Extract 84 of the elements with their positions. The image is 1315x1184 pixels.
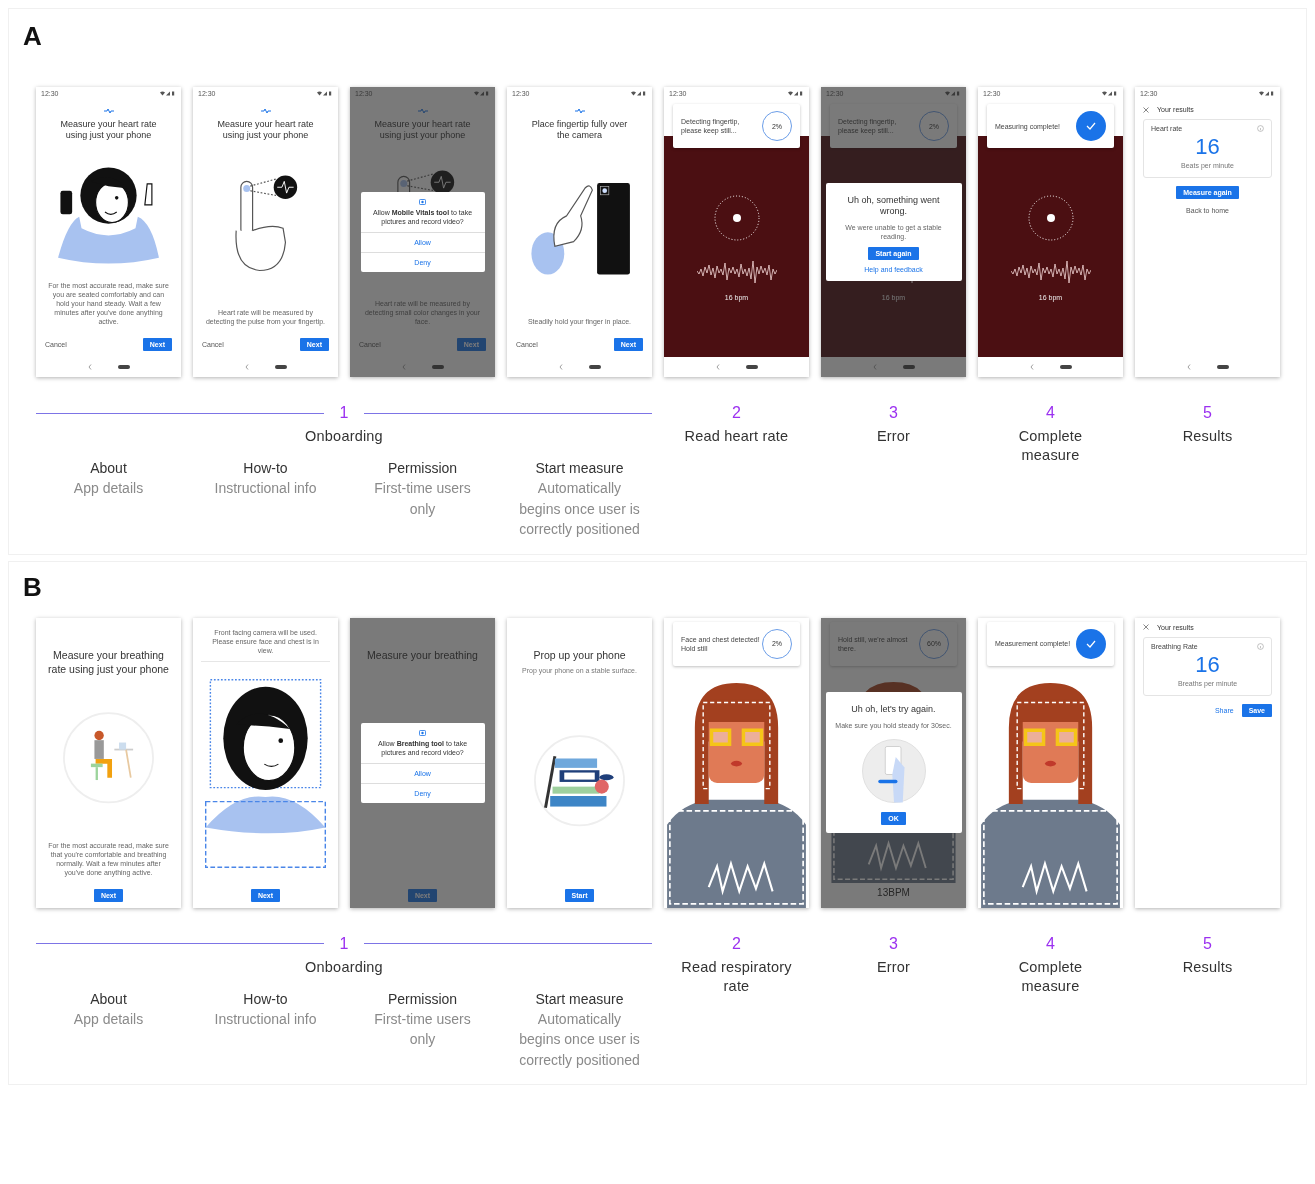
step-description: Automatically begins once user is correctly positioned [518, 479, 641, 539]
stage-title: Results [1182, 427, 1233, 446]
close-icon[interactable] [1143, 624, 1149, 630]
step-description: Instructional info [214, 1009, 317, 1029]
home-handle-icon[interactable] [1059, 365, 1072, 369]
wifi-signal-battery-icon [945, 91, 961, 96]
screen-title: Measure your heart rate using just your phone [216, 119, 315, 141]
screen-title: Measure your heart rate using just your phone [373, 119, 472, 141]
step-title: Permission [387, 989, 458, 1009]
back-icon[interactable] [872, 364, 877, 370]
step-description: App details [73, 479, 144, 498]
step-description: App details [73, 1009, 144, 1029]
fingertip-target-icon [1026, 194, 1075, 242]
back-icon[interactable] [715, 364, 720, 370]
back-icon[interactable] [244, 364, 249, 370]
wifi-signal-battery-icon [631, 91, 647, 96]
stage-number: 3 [889, 403, 898, 423]
stage-title: Error [876, 957, 911, 977]
stage-number: 5 [1203, 933, 1212, 954]
back-icon[interactable] [1186, 364, 1191, 370]
camera-icon [419, 198, 426, 205]
screen-title: Measure your breathing [367, 647, 478, 662]
close-icon[interactable] [1143, 106, 1149, 113]
home-handle-icon[interactable] [117, 365, 130, 369]
back-icon[interactable] [558, 364, 563, 370]
screen-title: Prop up your phone [533, 647, 626, 662]
info-icon[interactable] [1257, 642, 1264, 650]
rate-reading: 13BPM [877, 886, 910, 898]
back-icon[interactable] [87, 364, 92, 370]
stage-number: 1 [339, 933, 349, 954]
stage-title: Complete measure [1017, 957, 1084, 996]
stage-number: 5 [1203, 403, 1212, 423]
dialog-title: Uh oh, something went wrong. [846, 195, 941, 217]
stage-title: Onboarding [305, 957, 383, 977]
home-handle-icon[interactable] [588, 365, 601, 369]
check-icon [1076, 111, 1106, 141]
home-handle-icon[interactable] [431, 365, 444, 369]
wifi-signal-battery-icon [474, 91, 490, 96]
metric-value: 16 [1195, 651, 1220, 678]
wifi-signal-battery-icon [160, 91, 176, 96]
check-icon [1076, 628, 1106, 659]
stage-title: Read heart rate [684, 427, 789, 446]
home-handle-icon[interactable] [745, 365, 758, 369]
step-title: About [90, 459, 127, 478]
step-title: Start measure [535, 989, 624, 1009]
back-icon[interactable] [1029, 364, 1034, 370]
screen-title: Measure your heart rate using just your phone [59, 119, 158, 141]
step-title: How-to [243, 989, 288, 1009]
wifi-signal-battery-icon [317, 91, 333, 96]
step-title: Permission [387, 459, 458, 478]
stage-number: 1 [339, 403, 349, 423]
stage-title: Read respiratory rate [680, 957, 793, 996]
step-title: About [90, 989, 127, 1009]
stage-number: 4 [1046, 933, 1055, 954]
info-icon[interactable] [1257, 125, 1264, 132]
stage-number: 4 [1046, 403, 1055, 423]
stage-number: 2 [732, 403, 741, 423]
stage-title: Complete measure [1017, 427, 1084, 465]
stage-title: Onboarding [305, 427, 383, 446]
camera-icon [419, 728, 426, 736]
stage-number: 2 [732, 933, 741, 954]
wifi-signal-battery-icon [1102, 91, 1118, 96]
fingertip-target-icon [712, 194, 761, 242]
step-description: Instructional info [214, 479, 317, 498]
wifi-signal-battery-icon [1259, 91, 1275, 96]
dialog-title: Uh oh, let's try again. [851, 704, 936, 715]
screen-title: Place fingertip fully over the camera [530, 119, 629, 141]
step-title: Start measure [535, 459, 624, 478]
panel-label: A [23, 21, 42, 51]
stage-title: Results [1182, 957, 1233, 977]
screen-title: Measure your breathing rate using just your phone [47, 647, 170, 676]
home-handle-icon[interactable] [1216, 365, 1229, 369]
home-handle-icon[interactable] [274, 365, 287, 369]
metric-value: 16 [1195, 134, 1220, 160]
step-description: First-time users only [373, 1009, 472, 1049]
stage-number: 3 [889, 933, 898, 954]
wifi-signal-battery-icon [788, 91, 804, 96]
back-icon[interactable] [401, 364, 406, 370]
home-handle-icon[interactable] [902, 365, 915, 369]
stage-title: Error [876, 427, 911, 446]
step-title: How-to [243, 459, 288, 478]
panel-label: B [23, 571, 42, 602]
step-description: Automatically begins once user is correctly positioned [518, 1009, 641, 1070]
step-description: First-time users only [373, 479, 472, 519]
